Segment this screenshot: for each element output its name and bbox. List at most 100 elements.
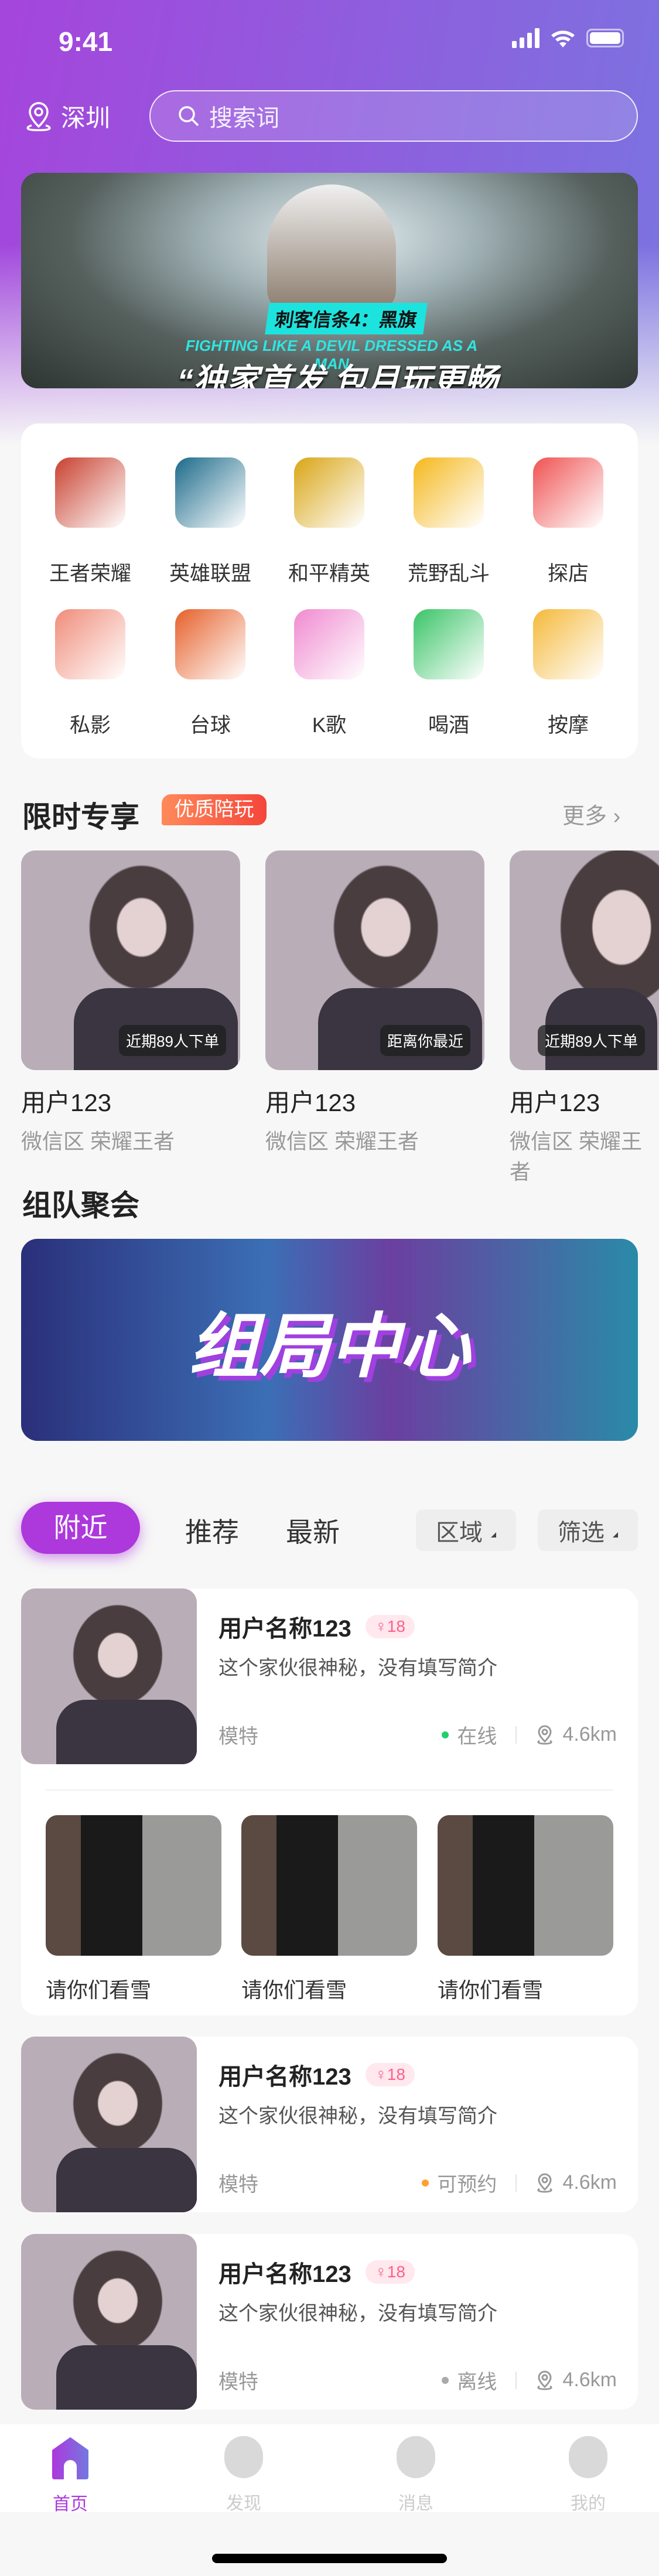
tabbar-messages[interactable]: 消息 [369, 2436, 463, 2514]
age-badge: ♀18 [365, 1615, 415, 1638]
team-banner-text: 组局中心 [189, 1307, 470, 1386]
chevron-right-icon: › [613, 804, 621, 829]
age-value: 18 [387, 2263, 405, 2281]
tabbar-home[interactable]: 首页 [23, 2436, 117, 2515]
user-card[interactable]: 用户名称123 ♀18 这个家伙很神秘，没有填写简介 模特 离线 4.6km [21, 2234, 638, 2410]
tabbar-discover[interactable]: 发现 [197, 2436, 291, 2514]
tab-latest[interactable]: 最新 [286, 1511, 340, 1550]
more-link[interactable]: 更多 › [562, 798, 620, 830]
category-item[interactable]: 荒野乱斗 [396, 457, 501, 587]
category-icon [414, 457, 484, 528]
team-center-banner[interactable]: 组局中心 [21, 1239, 638, 1441]
user-avatar [21, 2037, 197, 2212]
user-distance: 4.6km [562, 2171, 617, 2194]
signal-icon [512, 28, 540, 48]
location-pin-icon [26, 101, 51, 131]
promo-banner[interactable]: 刺客信条4：黑旗 FIGHTING LIKE A DEVIL DRESSED A… [21, 173, 638, 388]
category-item[interactable]: 台球 [158, 609, 263, 739]
home-indicator [212, 2554, 447, 2563]
team-section-title: 组队聚会 [22, 1189, 139, 1222]
companion-name: 用户123 [510, 1089, 600, 1116]
filter-label: 筛选 [558, 1519, 605, 1546]
companion-name: 用户123 [265, 1089, 356, 1116]
post-thumbnail[interactable]: 请你们看雪 [438, 1815, 613, 2004]
tabbar-label: 我的 [571, 2494, 606, 2513]
divider [46, 1789, 613, 1791]
companion-card[interactable]: 近期89人下单 用户123 微信区 荣耀王者 [21, 850, 240, 1155]
filter-dropdown[interactable]: 筛选 [538, 1509, 638, 1551]
companion-subtitle: 微信区 荣耀王者 [21, 1129, 175, 1153]
tab-nearby[interactable]: 附近 [21, 1502, 140, 1554]
user-intro: 这个家伙很神秘，没有填写简介 [218, 2302, 497, 2325]
category-label: 台球 [189, 714, 231, 737]
category-label: 英雄联盟 [169, 562, 251, 585]
search-placeholder: 搜索词 [209, 105, 279, 131]
card-badge: 距离你最近 [380, 1025, 470, 1056]
user-avatar [21, 2234, 197, 2410]
companion-card[interactable]: 距离你最近用户123 微信区 荣耀王者 [265, 850, 484, 1155]
category-label: 荒野乱斗 [407, 562, 490, 585]
user-card[interactable]: 用户名称123 ♀18 这个家伙很神秘，没有填写简介 模特 可预约 4.6km [21, 2037, 638, 2212]
user-distance: 4.6km [562, 2369, 617, 2391]
post-caption: 请你们看雪 [241, 1978, 347, 2002]
banner-game-title: 刺客信条4：黑旗 [265, 303, 428, 334]
user-intro: 这个家伙很神秘，没有填写简介 [218, 2105, 497, 2127]
quality-tag: 优质陪玩 [162, 794, 267, 825]
battery-icon [586, 29, 624, 47]
category-item[interactable]: 英雄联盟 [158, 457, 263, 587]
user-card[interactable]: 用户名称123 ♀18 这个家伙很神秘，没有填写简介 模特 在线 4.6km 请你们… [21, 1588, 638, 2015]
status-dot [422, 2179, 429, 2186]
companion-subtitle: 微信区 荣耀王者 [265, 1129, 419, 1153]
tabbar-profile[interactable]: 我的 [541, 2436, 635, 2514]
category-item[interactable]: 私影 [37, 609, 143, 739]
user-name: 用户名称123 [218, 2261, 351, 2287]
tab-recommend[interactable]: 推荐 [185, 1511, 239, 1550]
limited-section-title: 限时专享 [22, 801, 139, 833]
age-badge: ♀18 [365, 2260, 415, 2284]
status-time: 9:41 [59, 26, 113, 57]
category-item[interactable]: 和平精英 [276, 457, 382, 587]
search-input[interactable]: 搜索词 [149, 90, 638, 142]
category-item[interactable]: 喝酒 [396, 609, 501, 739]
user-job: 模特 [218, 2371, 258, 2393]
smile-face-icon [569, 2436, 607, 2478]
companion-photo: 距离你最近 [265, 850, 484, 1070]
category-icon [55, 457, 125, 528]
category-label: 和平精英 [288, 562, 370, 585]
region-label: 区域 [436, 1519, 483, 1546]
banner-slogan: “独家首发 包月玩更畅爽” [177, 362, 498, 388]
tabbar-label: 发现 [226, 2494, 261, 2513]
user-name: 用户名称123 [218, 1616, 351, 1642]
chat-bubble-icon [397, 2436, 435, 2478]
category-icon [294, 457, 364, 528]
location-selector[interactable]: 深圳 [25, 98, 110, 134]
card-badge: 近期89人下单 [538, 1025, 645, 1056]
post-thumbnail[interactable]: 请你们看雪 [241, 1815, 417, 2004]
category-grid: 王者荣耀 英雄联盟 和平精英 荒野乱斗 探店私影 台球 K歌 喝酒 按摩 [21, 423, 638, 759]
category-item[interactable]: 王者荣耀 [37, 457, 143, 587]
location-pin-icon [537, 2172, 552, 2193]
user-distance: 4.6km [562, 1723, 617, 1745]
companion-card[interactable]: 近期89人下单 用户123 微信区 荣耀王者 [510, 850, 659, 1185]
dropdown-arrow-icon [491, 1532, 496, 1538]
home-icon [52, 2437, 88, 2479]
post-thumbnail[interactable]: 请你们看雪 [46, 1815, 221, 2004]
status-dot [442, 1731, 449, 1738]
post-caption: 请你们看雪 [46, 1978, 152, 2002]
planet-icon [224, 2436, 263, 2478]
user-intro: 这个家伙很神秘，没有填写简介 [218, 1657, 497, 1679]
tabbar-label: 首页 [53, 2495, 88, 2514]
status-icons [512, 28, 624, 48]
category-item[interactable]: K歌 [276, 609, 382, 739]
category-item[interactable]: 按摩 [515, 609, 621, 739]
female-icon: ♀ [374, 2065, 387, 2083]
category-icon [175, 609, 245, 679]
search-icon [179, 106, 199, 126]
region-dropdown[interactable]: 区域 [416, 1509, 516, 1551]
category-icon [55, 609, 125, 679]
tabbar-label: 消息 [398, 2494, 433, 2513]
user-name: 用户名称123 [218, 2064, 351, 2090]
category-item[interactable]: 探店 [515, 457, 621, 587]
user-job: 模特 [218, 1726, 258, 1748]
user-status: 在线 [457, 1726, 497, 1748]
